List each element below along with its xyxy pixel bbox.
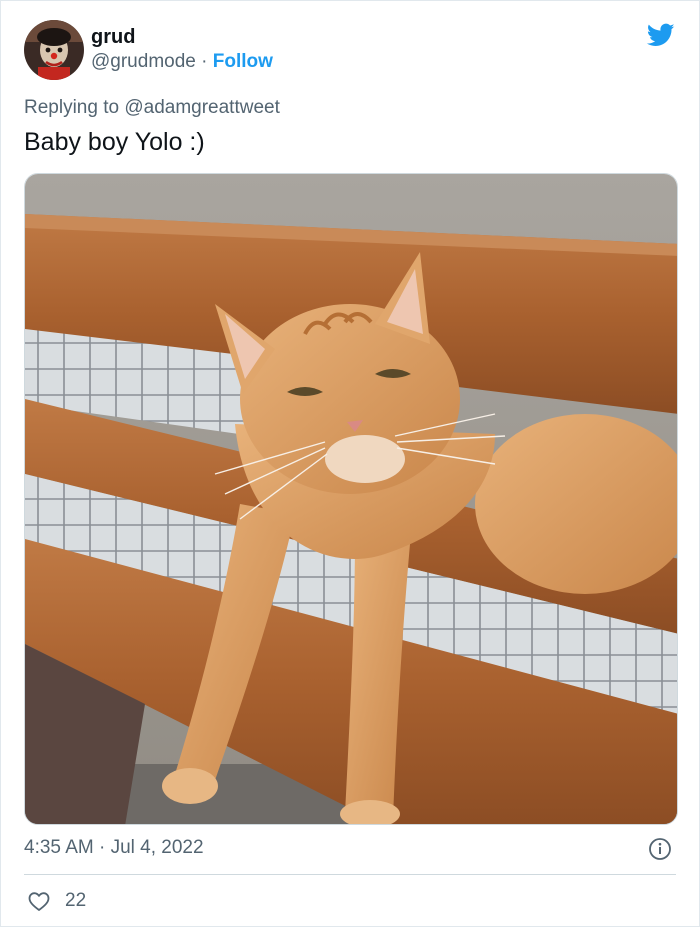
avatar-image	[24, 20, 84, 80]
tweet-card: grud @grudmode · Follow Replying to @ada…	[0, 0, 700, 927]
tweet-photo[interactable]	[24, 173, 678, 825]
reply-mention-link[interactable]: @adamgreattweet	[124, 97, 280, 118]
avatar[interactable]	[24, 20, 84, 80]
tweet-date: Jul 4, 2022	[110, 837, 204, 858]
like-button[interactable]: 22	[27, 889, 86, 913]
heart-icon	[28, 892, 50, 911]
author-handle-row: @grudmode · Follow	[91, 49, 273, 75]
tweet-timestamp[interactable]: 4:35 AM · Jul 4, 2022	[24, 837, 204, 859]
info-icon[interactable]	[648, 837, 672, 861]
follow-button[interactable]: Follow	[213, 51, 273, 72]
like-count: 22	[65, 890, 87, 911]
footer-divider	[24, 874, 676, 875]
author-handle[interactable]: @grudmode	[91, 51, 196, 72]
reply-prefix: Replying to	[24, 97, 120, 118]
tweet-text: Baby boy Yolo :)	[24, 128, 205, 156]
cat-on-bed-photo	[25, 174, 677, 824]
author-display-name[interactable]: grud	[91, 25, 273, 49]
twitter-bird-icon[interactable]	[645, 21, 677, 49]
timestamp-separator: ·	[99, 837, 106, 858]
tweet-header: grud @grudmode · Follow	[24, 19, 677, 81]
reply-context: Replying to @adamgreattweet	[24, 97, 280, 119]
tweet-time: 4:35 AM	[24, 837, 94, 858]
handle-separator: ·	[201, 51, 208, 72]
author-names: grud @grudmode · Follow	[91, 20, 273, 80]
